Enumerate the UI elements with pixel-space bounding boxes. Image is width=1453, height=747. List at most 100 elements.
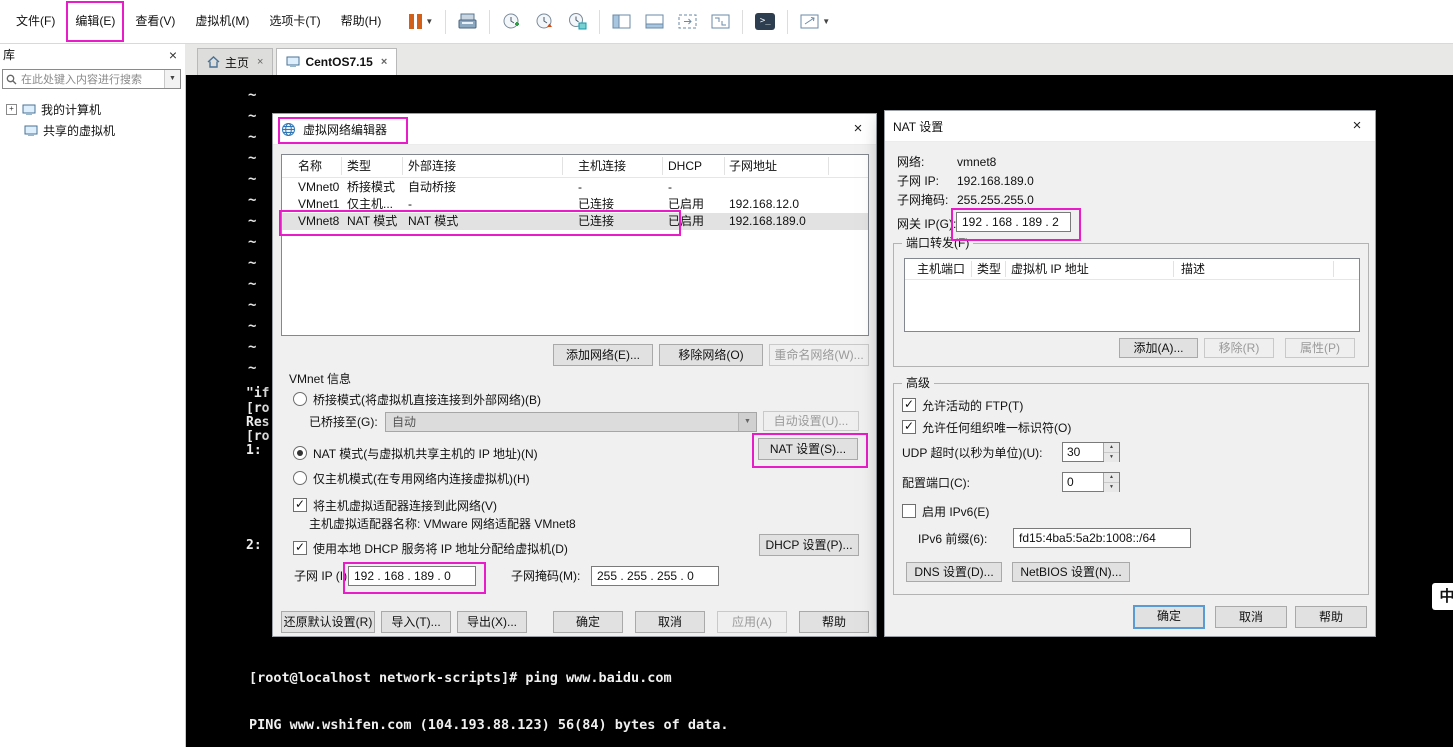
bridged-to-select[interactable]: 自动 ▼ — [385, 412, 757, 432]
snapshot-clock-icon — [503, 13, 520, 29]
cancel-button[interactable]: 取消 — [635, 611, 705, 633]
close-icon[interactable]: × — [850, 120, 866, 137]
fullscreen-button[interactable] — [676, 12, 699, 31]
send-ctrl-alt-del-button[interactable] — [456, 11, 479, 32]
cell: 192.168.189.0 — [729, 214, 806, 228]
chevron-down-icon: ▼ — [822, 17, 831, 26]
spin-down-icon[interactable]: ▼ — [1104, 453, 1119, 462]
use-dhcp-checkbox[interactable]: 使用本地 DHCP 服务将 IP 地址分配给虚拟机(D) — [293, 540, 568, 557]
connect-adapter-checkbox[interactable]: 将主机虚拟适配器连接到此网络(V) — [293, 497, 497, 514]
editor-fragment: Res — [246, 415, 270, 430]
help-button[interactable]: 帮助 — [799, 611, 869, 633]
tab-home[interactable]: 主页 × — [197, 48, 274, 75]
add-network-button[interactable]: 添加网络(E)... — [553, 344, 653, 366]
subnet-mask-input[interactable]: 255 . 255 . 255 . 0 — [591, 566, 719, 586]
radio-label: 桥接模式(将虚拟机直接连接到外部网络)(B) — [313, 393, 541, 407]
network-row-vmnet8[interactable]: VMnet8 NAT 模式 NAT 模式 已连接 已启用 192.168.189… — [282, 213, 868, 230]
dns-settings-button[interactable]: DNS 设置(D)... — [906, 562, 1002, 582]
cell: 192.168.12.0 — [729, 197, 800, 211]
menu-bar: 文件(F) 编辑(E) 查看(V) 虚拟机(M) 选项卡(T) 帮助(H) — [0, 0, 391, 43]
spin-up-icon[interactable]: ▲ — [1104, 443, 1119, 453]
thumbnail-bar-button[interactable] — [643, 12, 666, 31]
toolbar-separator — [787, 9, 789, 34]
gateway-ip-input[interactable]: 192 . 168 . 189 . 2 — [956, 212, 1071, 232]
pf-properties-button[interactable]: 属性(P) — [1285, 338, 1355, 358]
network-row-vmnet0[interactable]: VMnet0 桥接模式 自动桥接 - - — [282, 179, 868, 196]
column-header: 名称 — [298, 159, 323, 173]
tab-centos[interactable]: CentOS7.15 × — [276, 48, 398, 75]
column-header: 子网地址 — [729, 159, 778, 173]
checkbox-label: 允许活动的 FTP(T) — [922, 399, 1024, 413]
spin-up-icon[interactable]: ▲ — [1104, 473, 1119, 483]
help-button[interactable]: 帮助 — [1295, 606, 1367, 628]
unity-mode-button[interactable] — [709, 12, 732, 31]
allow-ftp-checkbox[interactable]: 允许活动的 FTP(T) — [902, 397, 1024, 414]
terminal-line: [root@localhost network-scripts]# ping w… — [249, 670, 672, 687]
menu-vm[interactable]: 虚拟机(M) — [185, 0, 259, 43]
menu-tabs[interactable]: 选项卡(T) — [259, 0, 330, 43]
config-port-stepper[interactable]: 0 ▲ ▼ — [1062, 472, 1120, 492]
expander-icon[interactable]: + — [6, 104, 17, 115]
allow-oui-checkbox[interactable]: 允许任何组织唯一标识符(O) — [902, 419, 1071, 436]
menu-edit[interactable]: 编辑(E) — [65, 0, 125, 43]
remove-network-button[interactable]: 移除网络(O) — [659, 344, 763, 366]
nat-settings-button[interactable]: NAT 设置(S)... — [758, 438, 858, 460]
close-tab-icon[interactable]: × — [257, 56, 263, 68]
close-library-icon[interactable]: × — [169, 43, 177, 67]
show-library-button[interactable] — [610, 12, 633, 31]
toolbar-separator — [599, 9, 601, 34]
cancel-button[interactable]: 取消 — [1215, 606, 1287, 628]
export-button[interactable]: 导出(X)... — [457, 611, 527, 633]
pf-remove-button[interactable]: 移除(R) — [1204, 338, 1274, 358]
console-view-button[interactable]: >_ — [753, 11, 777, 32]
subnet-ip-input[interactable]: 192 . 168 . 189 . 0 — [348, 566, 476, 586]
netbios-settings-button[interactable]: NetBIOS 设置(N)... — [1012, 562, 1130, 582]
virtual-network-editor-dialog: 虚拟网络编辑器 × 名称 类型 外部连接 主机连接 DHCP 子网地址 VMne… — [272, 113, 877, 637]
ok-button[interactable]: 确定 — [553, 611, 623, 633]
show-library-icon — [612, 14, 631, 29]
bridged-mode-radio[interactable]: 桥接模式(将虚拟机直接连接到外部网络)(B) — [293, 392, 541, 408]
column-header: 外部连接 — [408, 159, 457, 173]
computer-icon — [24, 125, 38, 136]
revert-snapshot-button[interactable] — [533, 10, 556, 33]
cell: - — [408, 197, 412, 211]
search-dropdown-icon[interactable]: ▼ — [164, 70, 180, 88]
snapshot-manager-button[interactable] — [566, 10, 589, 33]
import-button[interactable]: 导入(T)... — [381, 611, 451, 633]
editor-fragment: 2: — [246, 538, 262, 553]
udp-timeout-stepper[interactable]: 30 ▲ ▼ — [1062, 442, 1120, 462]
close-tab-icon[interactable]: × — [381, 56, 387, 68]
close-icon[interactable]: × — [1349, 117, 1365, 134]
port-forward-list[interactable]: 主机端口 类型 虚拟机 IP 地址 描述 — [904, 258, 1360, 332]
column-header: DHCP — [668, 159, 703, 173]
take-snapshot-button[interactable] — [500, 10, 523, 33]
vmnet-info-label: VMnet 信息 — [289, 372, 352, 386]
pf-add-button[interactable]: 添加(A)... — [1119, 338, 1198, 358]
stretch-guest-button[interactable]: ▼ — [798, 12, 832, 31]
editor-fragment: [ro — [246, 401, 270, 416]
dhcp-settings-button[interactable]: DHCP 设置(P)... — [759, 534, 859, 556]
checkbox-icon — [293, 497, 307, 512]
chevron-down-icon: ▼ — [425, 17, 434, 26]
apply-button[interactable]: 应用(A) — [717, 611, 787, 633]
enable-ipv6-checkbox[interactable]: 启用 IPv6(E) — [902, 504, 989, 520]
library-search-input[interactable]: 在此处键入内容进行搜索 ▼ — [2, 69, 181, 89]
spin-down-icon[interactable]: ▼ — [1104, 483, 1119, 492]
ipv6-prefix-input[interactable]: fd15:4ba5:5a2b:1008::/64 — [1013, 528, 1191, 548]
menu-file[interactable]: 文件(F) — [6, 0, 65, 43]
nat-mode-radio[interactable]: NAT 模式(与虚拟机共享主机的 IP 地址)(N) — [293, 446, 538, 462]
menu-view[interactable]: 查看(V) — [125, 0, 185, 43]
tree-item-my-computer[interactable]: + 我的计算机 — [0, 99, 185, 120]
network-row-vmnet1[interactable]: VMnet1 仅主机... - 已连接 已启用 192.168.12.0 — [282, 196, 868, 213]
pause-button[interactable]: ▼ — [407, 12, 435, 31]
ok-button[interactable]: 确定 — [1133, 605, 1205, 629]
network-table-header: 名称 类型 外部连接 主机连接 DHCP 子网地址 — [282, 155, 868, 178]
restore-defaults-button[interactable]: 还原默认设置(R) — [281, 611, 375, 633]
menu-help[interactable]: 帮助(H) — [331, 0, 392, 43]
cell: 已连接 — [578, 197, 615, 211]
cell: 已启用 — [668, 197, 705, 211]
auto-settings-button[interactable]: 自动设置(U)... — [763, 411, 859, 431]
tree-item-shared-vms[interactable]: 共享的虚拟机 — [0, 120, 185, 141]
hostonly-mode-radio[interactable]: 仅主机模式(在专用网络内连接虚拟机)(H) — [293, 471, 530, 487]
rename-network-button[interactable]: 重命名网络(W)... — [769, 344, 869, 366]
